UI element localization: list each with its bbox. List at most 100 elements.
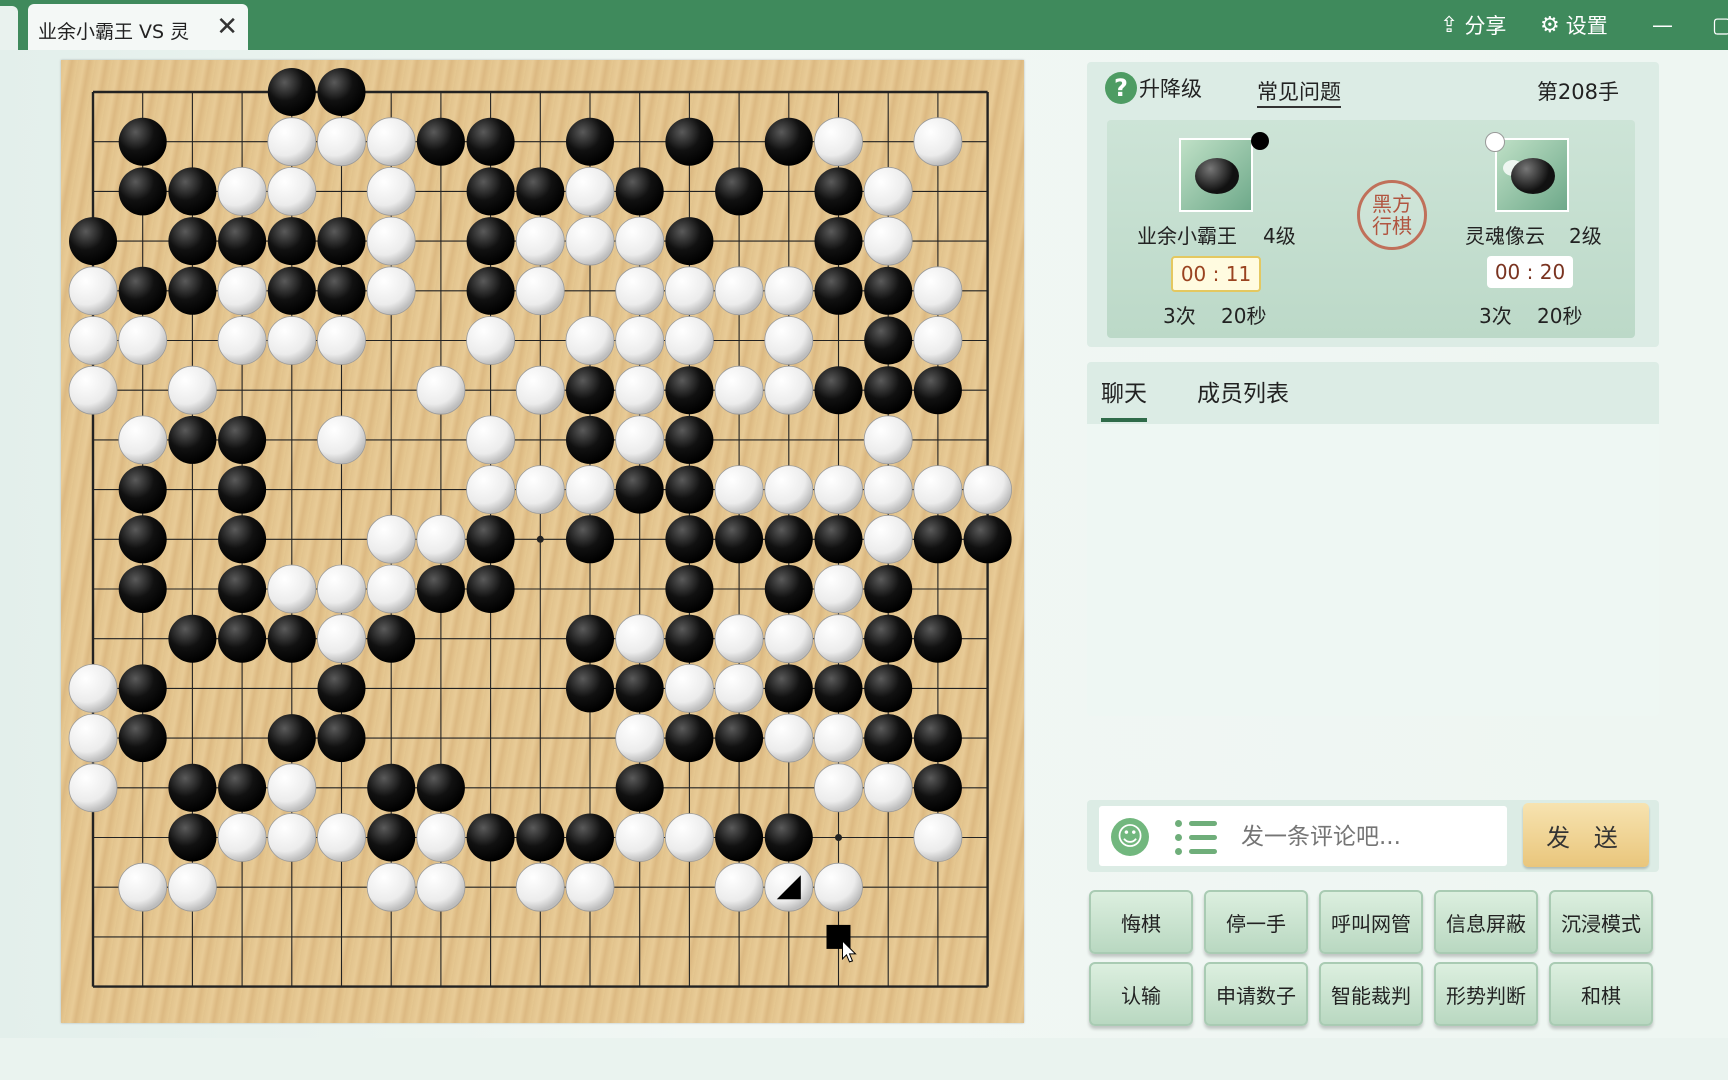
white-stone xyxy=(217,813,267,862)
black-stone xyxy=(814,266,863,315)
black-stone xyxy=(118,714,167,763)
black-stone xyxy=(516,813,565,862)
white-stone xyxy=(416,514,466,564)
action-button[interactable]: 悔棋 xyxy=(1089,890,1193,954)
white-stone xyxy=(615,365,665,415)
title-bar: 业余小霸王 VS 灵 ✕ ⇪ 分享 ⚙ 设置 — ▢ xyxy=(0,0,1728,50)
white-stone xyxy=(416,813,466,862)
white-stone xyxy=(814,614,863,664)
white-stone xyxy=(714,465,764,515)
action-button[interactable]: 申请数子 xyxy=(1204,962,1308,1026)
action-button[interactable]: 停一手 xyxy=(1204,890,1308,954)
black-stone xyxy=(218,763,267,812)
board-svg[interactable] xyxy=(61,60,1024,1023)
black-stone xyxy=(566,813,614,862)
emoji-icon[interactable]: ☺ xyxy=(1111,818,1149,856)
white-stone xyxy=(764,365,814,415)
faq-link[interactable]: 常见问题 xyxy=(1257,76,1341,108)
black-stone xyxy=(317,217,366,266)
black-stone xyxy=(864,714,913,763)
close-tab-icon[interactable]: ✕ xyxy=(216,12,238,42)
white-stone xyxy=(665,664,714,713)
black-stone xyxy=(168,217,217,266)
white-stone xyxy=(515,365,565,415)
white-stone xyxy=(615,216,665,266)
black-stone xyxy=(466,117,515,166)
players-card: 业余小霸王 4级 00 : 11 3次 20秒 黑方行棋 灵魂像云 2级 00 … xyxy=(1107,120,1635,338)
action-button[interactable]: 信息屏蔽 xyxy=(1434,890,1538,954)
action-button[interactable]: 呼叫网管 xyxy=(1319,890,1423,954)
game-tab[interactable]: 业余小霸王 VS 灵 ✕ xyxy=(28,4,248,50)
white-stone xyxy=(68,713,118,763)
black-stone xyxy=(665,614,714,663)
black-stone xyxy=(665,465,714,514)
white-stone xyxy=(714,614,764,664)
black-stone xyxy=(665,117,714,166)
black-stone xyxy=(864,614,913,663)
white-stone xyxy=(665,316,714,365)
black-stone xyxy=(317,714,366,763)
black-stone xyxy=(814,664,863,713)
black-stone xyxy=(218,614,267,663)
level-link[interactable]: ? 升降级 xyxy=(1105,72,1202,104)
previous-tab-stub[interactable] xyxy=(0,6,18,50)
maximize-icon: ▢ xyxy=(1712,13,1728,37)
go-board[interactable] xyxy=(61,60,1024,1023)
white-stone xyxy=(515,266,565,316)
white-stone xyxy=(167,365,217,415)
black-stone xyxy=(118,515,167,564)
white-player-avatar[interactable] xyxy=(1495,138,1569,212)
white-stone xyxy=(714,266,764,316)
action-button[interactable]: 沉浸模式 xyxy=(1549,890,1653,954)
white-stone xyxy=(963,465,1012,515)
send-button[interactable]: 发 送 xyxy=(1523,803,1649,867)
tab-chat[interactable]: 聊天 xyxy=(1101,374,1147,422)
action-button[interactable]: 和棋 xyxy=(1549,962,1653,1026)
black-stone xyxy=(168,763,217,812)
maximize-button[interactable]: ▢ xyxy=(1712,8,1728,42)
black-stone xyxy=(715,813,764,862)
white-stone xyxy=(68,365,118,415)
black-player-avatar[interactable] xyxy=(1179,138,1253,212)
minimize-button[interactable]: — xyxy=(1652,8,1673,42)
black-stone xyxy=(466,565,515,613)
white-stone xyxy=(416,862,466,912)
white-stone xyxy=(814,465,863,515)
quick-phrases-list-icon[interactable] xyxy=(1175,819,1217,855)
settings-button[interactable]: ⚙ 设置 xyxy=(1540,8,1608,42)
black-stone xyxy=(913,714,962,763)
share-button[interactable]: ⇪ 分享 xyxy=(1440,8,1506,42)
black-stone xyxy=(913,614,962,663)
black-stone xyxy=(566,515,614,564)
action-button[interactable]: 认输 xyxy=(1089,962,1193,1026)
chat-messages[interactable] xyxy=(1087,424,1659,716)
action-button[interactable]: 智能裁判 xyxy=(1319,962,1423,1026)
white-stone xyxy=(366,117,416,167)
black-stone xyxy=(466,266,515,315)
white-stone xyxy=(615,316,665,365)
white-stone xyxy=(317,117,366,167)
black-stone xyxy=(168,813,217,862)
black-stone xyxy=(814,217,863,266)
tab-members[interactable]: 成员列表 xyxy=(1197,374,1289,418)
game-tab-title: 业余小霸王 VS 灵 xyxy=(38,21,190,43)
help-icon: ? xyxy=(1105,72,1137,104)
black-stone xyxy=(416,763,465,812)
white-player-rank: 2级 xyxy=(1569,224,1602,248)
star-point xyxy=(536,535,544,543)
white-stone xyxy=(366,862,416,912)
white-stone xyxy=(615,614,665,664)
black-stone xyxy=(566,366,614,415)
white-stone xyxy=(466,415,516,465)
white-stone xyxy=(814,763,863,813)
white-stone xyxy=(267,763,317,813)
chat-input[interactable] xyxy=(1239,816,1493,858)
black-player-rank: 4级 xyxy=(1263,224,1296,248)
black-stone xyxy=(665,714,714,763)
move-counter: 第208手 xyxy=(1536,80,1619,104)
gear-icon: ⚙ xyxy=(1540,12,1560,38)
black-stone xyxy=(814,366,863,415)
white-stone xyxy=(317,415,366,465)
white-byoyomi-count: 3次 xyxy=(1479,304,1512,328)
action-button[interactable]: 形势判断 xyxy=(1434,962,1538,1026)
